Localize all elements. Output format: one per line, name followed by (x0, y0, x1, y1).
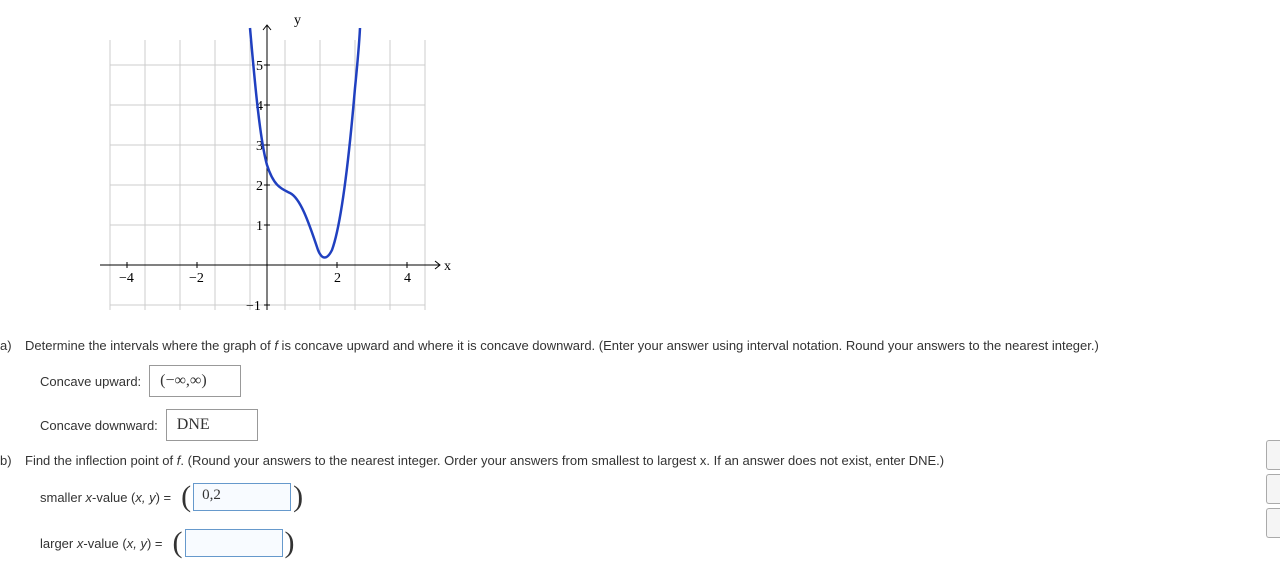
part-b-text1: Find the inflection point of (25, 453, 177, 468)
tick-1y: 1 (256, 219, 263, 234)
larger-l1: larger (40, 536, 77, 551)
graph-container: y x −4 −2 2 4 5 4 3 2 1 −1 (90, 10, 1280, 323)
y-axis-label: y (294, 13, 301, 28)
x-axis-label: x (444, 259, 451, 274)
concave-upward-input[interactable]: (−∞,∞) (149, 365, 241, 397)
larger-l3: ) = (147, 536, 163, 551)
tick-neg4: −4 (119, 271, 134, 286)
part-b-row: b) Find the inflection point of f. (Roun… (0, 453, 1280, 468)
smaller-x-row: smaller x-value (x, y) = ( 0,2 ) (40, 480, 1280, 514)
concave-downward-row: Concave downward: DNE (40, 409, 1280, 441)
side-button-1[interactable] (1266, 440, 1280, 470)
larger-lxy: x, y (127, 536, 147, 551)
side-button-3[interactable] (1266, 508, 1280, 538)
part-a-text: Determine the intervals where the graph … (25, 338, 1280, 353)
tick-5: 5 (256, 59, 263, 74)
concave-downward-input[interactable]: DNE (166, 409, 258, 441)
side-toolbar (1266, 440, 1280, 542)
smaller-x-label: smaller x-value (x, y) = (40, 490, 171, 505)
tick-4: 4 (404, 271, 411, 286)
part-a-text2: is concave upward and where it is concav… (278, 338, 1099, 353)
function-graph: y x −4 −2 2 4 5 4 3 2 1 −1 (90, 10, 460, 320)
tick-2y: 2 (256, 179, 263, 194)
open-paren-icon: ( (181, 480, 191, 514)
smaller-l2: -value ( (92, 490, 135, 505)
larger-l2: -value ( (83, 536, 126, 551)
side-button-2[interactable] (1266, 474, 1280, 504)
smaller-l3: ) = (156, 490, 172, 505)
part-a-label: a) (0, 338, 25, 353)
tick-neg2: −2 (189, 271, 204, 286)
larger-x-row: larger x-value (x, y) = ( ) (40, 526, 1280, 560)
concave-downward-label: Concave downward: (40, 418, 158, 433)
part-b-text: Find the inflection point of f. (Round y… (25, 453, 1280, 468)
tick-2: 2 (334, 271, 341, 286)
part-b-text2: . (Round your answers to the nearest int… (180, 453, 944, 468)
tick-neg1y: −1 (246, 299, 261, 314)
part-a-row: a) Determine the intervals where the gra… (0, 338, 1280, 353)
open-paren-icon-2: ( (173, 526, 183, 560)
larger-x-label: larger x-value (x, y) = (40, 536, 163, 551)
part-b-label: b) (0, 453, 25, 468)
part-a-text1: Determine the intervals where the graph … (25, 338, 274, 353)
close-paren-icon: ) (293, 480, 303, 514)
concave-upward-label: Concave upward: (40, 374, 141, 389)
close-paren-icon-2: ) (285, 526, 295, 560)
larger-x-input[interactable] (185, 529, 283, 557)
concave-upward-row: Concave upward: (−∞,∞) (40, 365, 1280, 397)
smaller-l1: smaller (40, 490, 86, 505)
smaller-x-input[interactable]: 0,2 (193, 483, 291, 511)
smaller-lxy: x, y (135, 490, 155, 505)
